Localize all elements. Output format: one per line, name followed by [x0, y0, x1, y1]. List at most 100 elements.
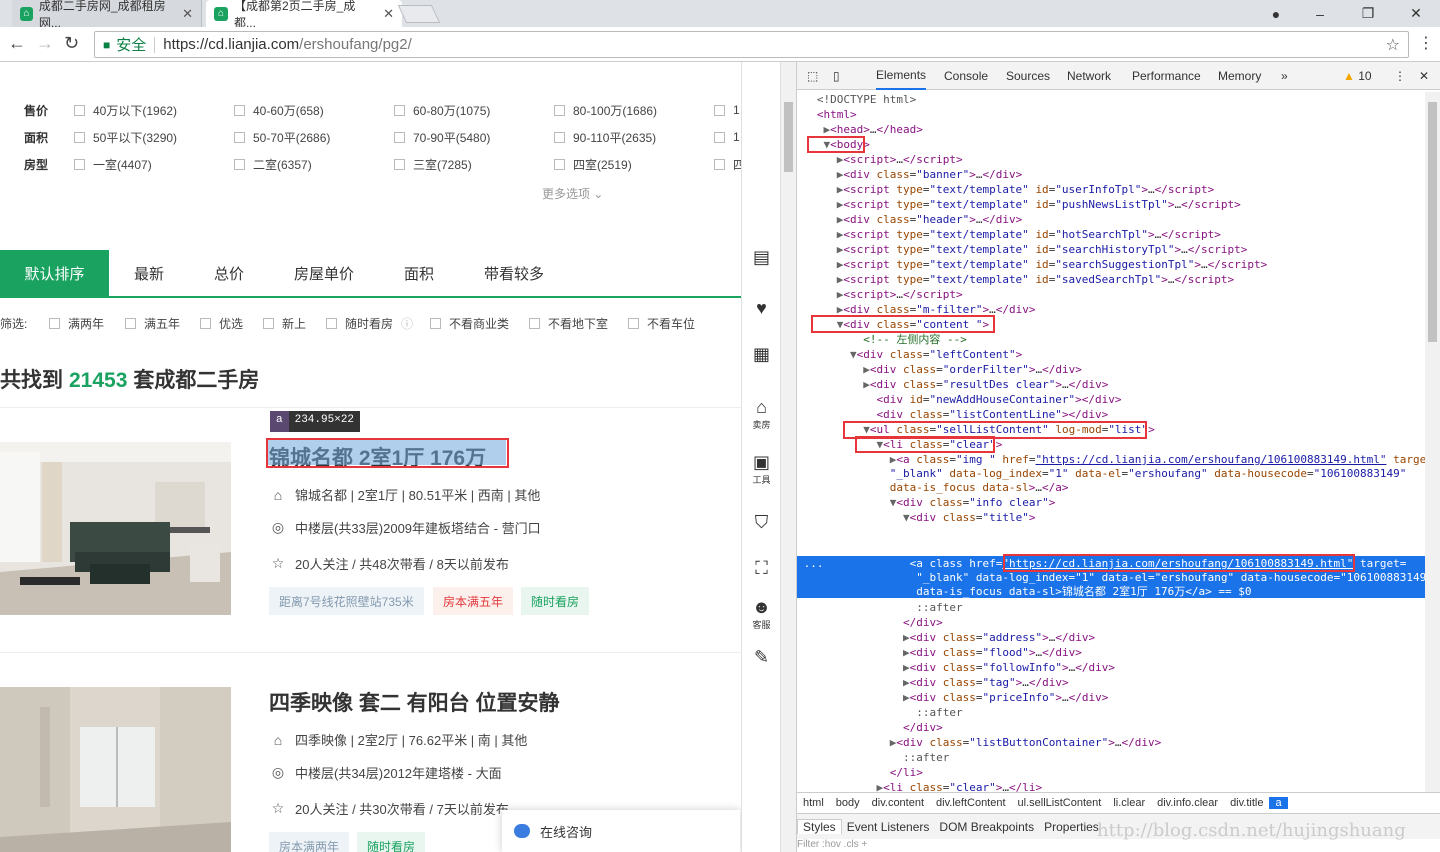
- sidebar-tools-icon[interactable]: ▣ 工具: [742, 452, 781, 486]
- online-consult-button[interactable]: 在线咨询: [502, 810, 740, 852]
- minimize-icon[interactable]: –: [1298, 0, 1342, 27]
- house-photo[interactable]: [0, 442, 231, 615]
- sort-tab-newest[interactable]: 最新: [134, 250, 164, 296]
- filter-option[interactable]: 四室(2519): [554, 156, 632, 173]
- house-photo[interactable]: [0, 687, 231, 852]
- tab-performance[interactable]: Performance: [1132, 62, 1201, 90]
- filter-option[interactable]: 三室(7285): [394, 156, 472, 173]
- tab-network[interactable]: Network: [1067, 62, 1111, 90]
- close-tab-icon[interactable]: ✕: [182, 6, 193, 22]
- web-page: 售价 40万以下(1962) 40-60万(658) 60-80万(1075) …: [0, 62, 741, 852]
- screen-option[interactable]: 随时看房 ⓘ: [326, 315, 413, 332]
- screen-option[interactable]: 满五年: [125, 315, 180, 332]
- devtools-menu-icon[interactable]: ⋮: [1394, 62, 1406, 90]
- tab-dom-breakpoints[interactable]: DOM Breakpoints: [934, 820, 1039, 834]
- menu-icon[interactable]: ⋮: [1418, 33, 1434, 53]
- url-field[interactable]: ■ 安全 https://cd.lianjia.com/ershoufang/p…: [94, 31, 1409, 58]
- filter-option[interactable]: 四: [714, 156, 741, 173]
- sort-tab-default[interactable]: 默认排序: [0, 250, 109, 296]
- devtools-panel: ⬚ ▯ Elements Console Sources Network Per…: [796, 62, 1440, 852]
- crumb-content[interactable]: div.content: [866, 797, 930, 809]
- filter-label: 面积: [24, 130, 49, 145]
- filter-row-area: 面积 50平以下(3290) 50-70平(2686) 70-90平(5480)…: [0, 125, 741, 149]
- crumb-info[interactable]: div.info.clear: [1151, 797, 1224, 809]
- location-pin-icon: ◎: [271, 519, 285, 535]
- sort-tab-most-visits[interactable]: 带看较多: [484, 250, 544, 296]
- sidebar-service-icon[interactable]: ☻ 客服: [742, 597, 781, 631]
- filter-option[interactable]: 50-70平(2686): [234, 129, 330, 146]
- annotation-box-body: [807, 136, 865, 153]
- sidebar-shield-icon[interactable]: ⛉: [742, 512, 781, 533]
- filter-option[interactable]: 80-100万(1686): [554, 102, 657, 119]
- filter-option[interactable]: 1: [714, 130, 740, 144]
- filter-option[interactable]: 一室(4407): [74, 156, 152, 173]
- tab-elements[interactable]: Elements: [876, 62, 927, 90]
- forward-icon[interactable]: →: [36, 33, 54, 54]
- warning-icon: ▲: [1343, 69, 1355, 83]
- filter-option[interactable]: 60-80万(1075): [394, 102, 490, 119]
- crumb-li[interactable]: li.clear: [1107, 797, 1151, 809]
- device-toggle-icon[interactable]: ▯: [833, 62, 840, 90]
- filter-option[interactable]: 二室(6357): [234, 156, 312, 173]
- crumb-a[interactable]: a: [1269, 796, 1288, 809]
- sidebar-list-icon[interactable]: ▤: [742, 247, 781, 268]
- tab-styles[interactable]: Styles: [797, 819, 842, 834]
- browser-tab-2[interactable]: ⌂ 【成都第2页二手房_成都... ✕: [206, 0, 402, 30]
- tab-sources[interactable]: Sources: [1006, 62, 1050, 90]
- maximize-icon[interactable]: ❐: [1346, 0, 1390, 27]
- crumb-html[interactable]: html: [797, 797, 830, 809]
- house-tag-five-years: 房本满五年: [433, 587, 514, 615]
- screen-option[interactable]: 不看商业类: [430, 315, 509, 332]
- filter-option[interactable]: 1: [714, 103, 740, 117]
- sidebar-scan-icon[interactable]: ⛶: [742, 558, 781, 579]
- devtools-close-icon[interactable]: ✕: [1419, 62, 1429, 90]
- sort-tab-total-price[interactable]: 总价: [214, 250, 244, 296]
- warnings-badge[interactable]: ▲ 10: [1343, 69, 1372, 83]
- filter-option[interactable]: 40-60万(658): [234, 102, 324, 119]
- house-title-link[interactable]: 四季映像 套二 有阳台 位置安静: [269, 687, 560, 717]
- crumb-leftcontent[interactable]: div.leftContent: [930, 797, 1012, 809]
- scrollbar-thumb[interactable]: [1428, 102, 1437, 342]
- tab-event-listeners[interactable]: Event Listeners: [842, 820, 935, 834]
- tab-title: 成都二手房网_成都租房网...: [38, 0, 166, 30]
- secure-label: 安全: [116, 37, 147, 54]
- tab-properties[interactable]: Properties: [1039, 820, 1104, 834]
- filter-row-layout: 房型 一室(4407) 二室(6357) 三室(7285) 四室(2519) 四: [0, 152, 741, 176]
- close-tab-icon[interactable]: ✕: [383, 6, 394, 22]
- sort-tab-area[interactable]: 面积: [404, 250, 434, 296]
- reload-icon[interactable]: ↻: [64, 33, 79, 54]
- sort-tab-unit-price[interactable]: 房屋单价: [294, 250, 354, 296]
- sidebar-sell-icon[interactable]: ⌂ 卖房: [742, 397, 781, 431]
- screen-option[interactable]: 优选: [200, 315, 243, 332]
- close-window-icon[interactable]: ✕: [1394, 0, 1438, 27]
- crumb-body[interactable]: body: [830, 797, 866, 809]
- more-tabs-icon[interactable]: »: [1281, 62, 1288, 90]
- screen-option[interactable]: 不看车位: [628, 315, 695, 332]
- filter-option[interactable]: 90-110平(2635): [554, 129, 656, 146]
- bookmark-star-icon[interactable]: ☆: [1386, 35, 1400, 55]
- sidebar-favorite-icon[interactable]: ♥: [742, 298, 781, 319]
- screen-option[interactable]: 新上: [263, 315, 306, 332]
- profile-icon[interactable]: ●: [1254, 0, 1298, 27]
- browser-tab-1[interactable]: ⌂ 成都二手房网_成都租房网... ✕: [12, 0, 202, 30]
- tab-memory[interactable]: Memory: [1218, 62, 1261, 90]
- crumb-selllist[interactable]: ul.sellListContent: [1012, 797, 1108, 809]
- lock-icon: ■: [103, 37, 111, 52]
- tab-console[interactable]: Console: [944, 62, 988, 90]
- devtools-scrollbar[interactable]: [1425, 92, 1440, 792]
- house-tag-viewing: 随时看房: [357, 832, 426, 852]
- sidebar-building-icon[interactable]: ▦: [742, 344, 781, 365]
- filter-option[interactable]: 50平以下(3290): [74, 129, 177, 146]
- more-options-link[interactable]: 更多选项 ⌄: [542, 185, 603, 202]
- new-tab-button[interactable]: [397, 5, 441, 23]
- screen-option[interactable]: 不看地下室: [529, 315, 608, 332]
- inspect-icon[interactable]: ⬚: [807, 62, 818, 90]
- page-scrollbar[interactable]: [780, 62, 796, 852]
- sidebar-edit-icon[interactable]: ✎: [742, 647, 781, 668]
- scrollbar-thumb[interactable]: [784, 102, 793, 172]
- filter-option[interactable]: 40万以下(1962): [74, 102, 177, 119]
- screen-option[interactable]: 满两年: [49, 315, 104, 332]
- back-icon[interactable]: ←: [8, 33, 26, 54]
- crumb-title[interactable]: div.title: [1224, 797, 1269, 809]
- filter-option[interactable]: 70-90平(5480): [394, 129, 490, 146]
